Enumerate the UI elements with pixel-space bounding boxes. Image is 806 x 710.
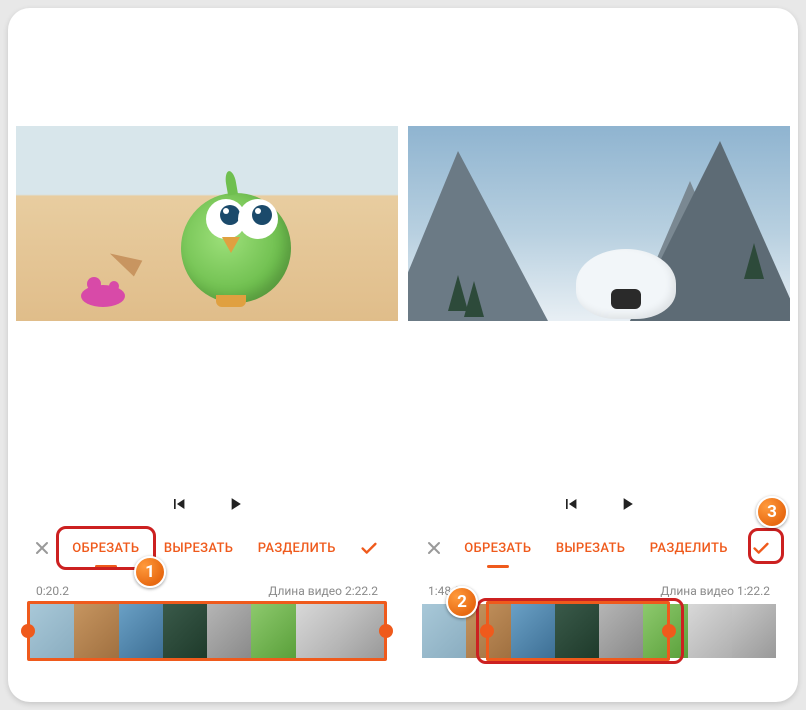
prev-button[interactable] bbox=[169, 494, 189, 514]
timeline-thumb bbox=[163, 604, 207, 658]
time-current: 0:20.2 bbox=[36, 584, 69, 598]
tab-cut[interactable]: ВЫРЕЗАТЬ bbox=[160, 535, 237, 562]
prev-button[interactable] bbox=[561, 494, 581, 514]
hatchling-character bbox=[176, 183, 296, 303]
timeline-thumb bbox=[296, 604, 340, 658]
time-total: Длина видео 2:22.2 bbox=[268, 584, 378, 598]
video-preview[interactable] bbox=[408, 126, 790, 321]
timeline-container: 2 bbox=[408, 604, 790, 694]
timeline-thumb bbox=[340, 604, 384, 658]
close-button[interactable] bbox=[422, 536, 446, 560]
transport-controls bbox=[408, 494, 790, 528]
ice-cream-splat bbox=[81, 285, 125, 307]
timeline-thumb bbox=[511, 604, 555, 658]
phone-left: ОБРЕЗАТЬ ВЫРЕЗАТЬ РАЗДЕЛИТЬ 1 0:20.2 Дли… bbox=[16, 16, 398, 694]
timeline-thumb bbox=[30, 604, 74, 658]
timeline-thumb bbox=[732, 604, 776, 658]
tab-crop[interactable]: ОБРЕЗАТЬ bbox=[460, 535, 535, 562]
callout-badge-1: 1 bbox=[134, 556, 166, 588]
timeline-thumb bbox=[599, 604, 643, 658]
timeline-thumb bbox=[688, 604, 732, 658]
time-indicators: 0:20.2 Длина видео 2:22.2 bbox=[16, 568, 398, 604]
tab-crop[interactable]: ОБРЕЗАТЬ bbox=[68, 535, 143, 562]
timeline-thumb bbox=[643, 604, 687, 658]
play-button[interactable] bbox=[617, 494, 637, 514]
snow-pile bbox=[576, 249, 676, 319]
tree bbox=[464, 281, 484, 317]
editor-controls: ОБРЕЗАТЬ ВЫРЕЗАТЬ РАЗДЕЛИТЬ 3 1:48.2 Дли… bbox=[408, 321, 790, 694]
timeline-thumb bbox=[119, 604, 163, 658]
edit-tabs-row: ОБРЕЗАТЬ ВЫРЕЗАТЬ РАЗДЕЛИТЬ 1 bbox=[16, 528, 398, 568]
confirm-button[interactable] bbox=[354, 533, 384, 563]
confirm-button[interactable] bbox=[746, 533, 776, 563]
edit-tabs: ОБРЕЗАТЬ ВЫРЕЗАТЬ РАЗДЕЛИТЬ bbox=[452, 535, 740, 562]
timeline-thumb bbox=[555, 604, 599, 658]
ice-cream-cone bbox=[106, 246, 143, 277]
phone-right: ОБРЕЗАТЬ ВЫРЕЗАТЬ РАЗДЕЛИТЬ 3 1:48.2 Дли… bbox=[408, 16, 790, 694]
transport-controls bbox=[16, 494, 398, 528]
tab-split[interactable]: РАЗДЕЛИТЬ bbox=[254, 535, 340, 562]
edit-tabs: ОБРЕЗАТЬ ВЫРЕЗАТЬ РАЗДЕЛИТЬ bbox=[60, 535, 348, 562]
timeline[interactable] bbox=[422, 604, 776, 658]
callout-badge-3: 3 bbox=[756, 496, 788, 528]
timeline-container bbox=[16, 604, 398, 694]
timeline[interactable] bbox=[30, 604, 384, 658]
top-spacer bbox=[408, 16, 790, 126]
tab-split[interactable]: РАЗДЕЛИТЬ bbox=[646, 535, 732, 562]
timeline-thumb bbox=[74, 604, 118, 658]
play-button[interactable] bbox=[225, 494, 245, 514]
callout-badge-2: 2 bbox=[446, 586, 478, 618]
edit-tabs-row: ОБРЕЗАТЬ ВЫРЕЗАТЬ РАЗДЕЛИТЬ 3 bbox=[408, 528, 790, 568]
editor-controls: ОБРЕЗАТЬ ВЫРЕЗАТЬ РАЗДЕЛИТЬ 1 0:20.2 Дли… bbox=[16, 321, 398, 694]
tab-cut[interactable]: ВЫРЕЗАТЬ bbox=[552, 535, 629, 562]
video-preview[interactable] bbox=[16, 126, 398, 321]
timeline-thumb bbox=[207, 604, 251, 658]
close-button[interactable] bbox=[30, 536, 54, 560]
top-spacer bbox=[16, 16, 398, 126]
time-total: Длина видео 1:22.2 bbox=[660, 584, 770, 598]
timeline-thumb bbox=[251, 604, 295, 658]
tutorial-frame: ОБРЕЗАТЬ ВЫРЕЗАТЬ РАЗДЕЛИТЬ 1 0:20.2 Дли… bbox=[8, 8, 798, 702]
tree bbox=[744, 243, 764, 279]
